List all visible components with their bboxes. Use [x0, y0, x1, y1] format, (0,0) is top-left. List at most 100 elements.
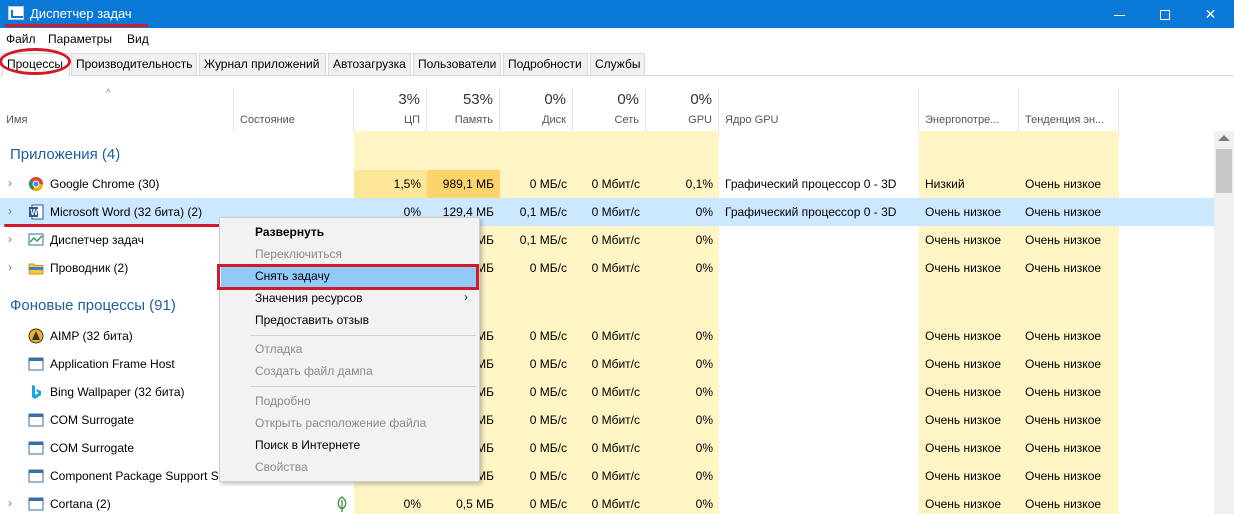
close-button[interactable]: ✕	[1188, 0, 1233, 28]
minimize-button[interactable]	[1097, 0, 1142, 28]
table-row-selected[interactable]: › W Microsoft Word (32 бита) (2) 0% 129,…	[0, 198, 1214, 226]
table-row[interactable]: › Проводник (2) МБ 0 МБ/с 0 Мбит/с 0% Оч…	[0, 254, 1214, 282]
menu-view[interactable]: Вид	[127, 32, 149, 46]
gpu-engine-value: Графический процессор 0 - 3D	[725, 205, 897, 219]
header-gpu[interactable]: 0% GPU	[646, 88, 719, 131]
tab-details[interactable]: Подробности	[503, 53, 588, 75]
table-row[interactable]: Component Package Support S... МБ 0 МБ/с…	[0, 462, 1214, 490]
table-row[interactable]: Bing Wallpaper (32 бита) МБ 0 МБ/с 0 Мби…	[0, 378, 1214, 406]
menu-item-expand[interactable]: Развернуть	[221, 221, 478, 243]
header-network[interactable]: 0% Сеть	[573, 88, 646, 131]
gpu-value: 0%	[695, 357, 713, 371]
net-value: 0 Мбит/с	[591, 413, 640, 427]
table-row[interactable]: › Cortana (2) 0% 0,5 МБ 0 МБ/с 0 Мбит/с …	[0, 490, 1214, 514]
app-window-icon	[28, 469, 44, 483]
maximize-button[interactable]	[1142, 0, 1187, 28]
process-name: Google Chrome (30)	[50, 177, 160, 191]
disk-value: 0 МБ/с	[529, 177, 567, 191]
table-row[interactable]: COM Surrogate МБ 0 МБ/с 0 Мбит/с 0% Очен…	[0, 434, 1214, 462]
power-value: Очень низкое	[925, 469, 1002, 483]
header-gpu-pct: 0%	[690, 91, 712, 108]
tab-performance[interactable]: Производительность	[71, 53, 197, 75]
table-row[interactable]: › Диспетчер задач МБ 0,1 МБ/с 0 Мбит/с 0…	[0, 226, 1214, 254]
net-value: 0 Мбит/с	[591, 233, 640, 247]
tab-users[interactable]: Пользователи	[413, 53, 501, 75]
expand-chevron-icon[interactable]: ›	[8, 232, 12, 246]
expand-chevron-icon[interactable]: ›	[8, 260, 12, 274]
header-name[interactable]: Имя	[0, 88, 234, 131]
header-power-trend[interactable]: Тенденция эн...	[1019, 88, 1119, 131]
process-name: COM Surrogate	[50, 441, 135, 455]
power-trend-value: Очень низкое	[1025, 329, 1102, 343]
table-row[interactable]: Application Frame Host МБ 0 МБ/с 0 Мбит/…	[0, 350, 1214, 378]
net-value: 0 Мбит/с	[591, 205, 640, 219]
expand-chevron-icon[interactable]: ›	[8, 176, 12, 190]
menu-item-end-task[interactable]: Снять задачу	[221, 265, 478, 287]
menu-item-details: Подробно	[255, 394, 311, 408]
column-header: ^ Имя Состояние 3% ЦП 53% Память 0% Диск…	[0, 88, 1234, 131]
power-trend-value: Очень низкое	[1025, 261, 1102, 275]
tab-startup[interactable]: Автозагрузка	[328, 53, 411, 75]
scroll-up-arrow-icon[interactable]	[1218, 135, 1230, 141]
power-value: Очень низкое	[925, 205, 1002, 219]
header-mem-label: Память	[454, 114, 493, 126]
maximize-icon	[1159, 10, 1170, 21]
task-manager-icon	[28, 233, 44, 246]
tab-services[interactable]: Службы	[590, 53, 645, 75]
process-name: AIMP (32 бита)	[50, 329, 133, 343]
gpu-value: 0%	[695, 385, 713, 399]
power-value: Очень низкое	[925, 441, 1002, 455]
menu-file[interactable]: Файл	[6, 32, 36, 46]
header-disk-pct: 0%	[544, 91, 566, 108]
header-memory[interactable]: 53% Память	[427, 88, 500, 131]
app-window-icon	[28, 441, 44, 455]
header-power-trend-label: Тенденция эн...	[1025, 114, 1105, 126]
header-status[interactable]: Состояние	[234, 88, 354, 131]
header-net-label: Сеть	[614, 114, 639, 126]
gpu-value: 0%	[695, 233, 713, 247]
tab-app-history[interactable]: Журнал приложений	[199, 53, 326, 75]
word-icon: W	[29, 204, 44, 220]
power-value: Очень низкое	[925, 385, 1002, 399]
menu-options[interactable]: Параметры	[48, 32, 112, 46]
header-disk-label: Диск	[542, 114, 566, 126]
leaf-icon	[337, 496, 347, 512]
process-table: Приложения (4) › Google Chrome (30) 1,5%…	[0, 131, 1214, 514]
close-icon: ✕	[1204, 6, 1217, 22]
power-trend-value: Очень низкое	[1025, 177, 1102, 191]
header-power[interactable]: Энергопотре...	[919, 88, 1019, 131]
app-window-icon	[28, 497, 44, 511]
gpu-value: 0%	[695, 413, 713, 427]
scroll-thumb[interactable]	[1216, 149, 1232, 193]
chrome-icon	[28, 177, 43, 191]
menu-item-search-online[interactable]: Поиск в Интернете	[221, 434, 478, 456]
disk-value: 0,1 МБ/с	[519, 205, 567, 219]
menu-item-resource-values[interactable]: Значения ресурсов ›	[221, 287, 478, 309]
gpu-value: 0%	[695, 469, 713, 483]
net-value: 0 Мбит/с	[591, 469, 640, 483]
menu-separator	[250, 335, 476, 336]
power-trend-value: Очень низкое	[1025, 497, 1102, 511]
table-row[interactable]: › Google Chrome (30) 1,5% 989,1 МБ 0 МБ/…	[0, 170, 1214, 198]
folder-icon	[28, 263, 44, 275]
menu-item-switch-to: Переключиться	[255, 247, 342, 261]
expand-chevron-icon[interactable]: ›	[8, 496, 12, 510]
gpu-value: 0,1%	[685, 177, 713, 191]
table-row[interactable]: COM Surrogate МБ 0 МБ/с 0 Мбит/с 0% Очен…	[0, 406, 1214, 434]
expand-chevron-icon[interactable]: ›	[8, 204, 12, 218]
power-value: Очень низкое	[925, 497, 1002, 511]
header-gpu-engine[interactable]: Ядро GPU	[719, 88, 919, 131]
header-cpu[interactable]: 3% ЦП	[354, 88, 427, 131]
table-row[interactable]: AIMP (32 бита) МБ 0 МБ/с 0 Мбит/с 0% Оче…	[0, 322, 1214, 350]
menu-item-feedback[interactable]: Предоставить отзыв	[221, 309, 478, 331]
header-disk[interactable]: 0% Диск	[500, 88, 573, 131]
disk-value: 0,1 МБ/с	[519, 233, 567, 247]
power-trend-value: Очень низкое	[1025, 441, 1102, 455]
menu-item-create-dump: Создать файл дампа	[255, 364, 373, 378]
process-name: Cortana (2)	[50, 497, 111, 511]
vertical-scrollbar[interactable]	[1214, 131, 1234, 514]
disk-value: 0 МБ/с	[529, 261, 567, 275]
tab-processes[interactable]: Процессы	[2, 53, 70, 76]
group-title: Фоновые процессы (91)	[10, 297, 176, 314]
gpu-value: 0%	[695, 261, 713, 275]
